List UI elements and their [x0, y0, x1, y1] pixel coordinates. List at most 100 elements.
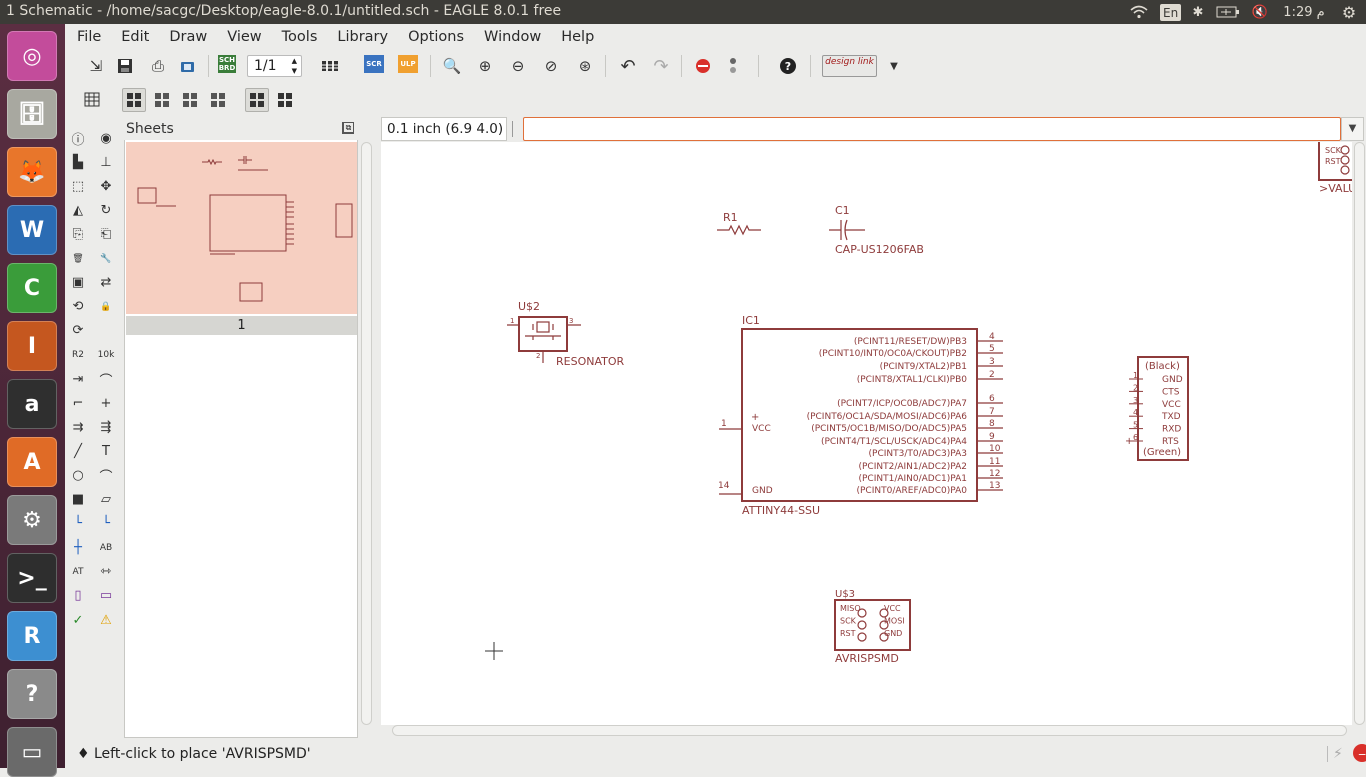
zoom-out-icon[interactable]: ⊖ [507, 55, 529, 77]
line-icon[interactable]: ╱ [67, 441, 89, 461]
sch-brd-switch-button[interactable]: SCH BRD [218, 55, 236, 73]
name-icon[interactable]: R2 [67, 345, 89, 365]
invoke-icon[interactable]: ⇉ [67, 417, 89, 437]
copy-icon[interactable]: ⎘ [67, 224, 89, 244]
split-icon[interactable]: ⌐ [67, 393, 89, 413]
layout-6-icon[interactable] [274, 89, 296, 111]
canvas-vertical-scrollbar[interactable] [1354, 142, 1365, 725]
menu-view[interactable]: View [215, 29, 269, 45]
grid-toggle-icon[interactable] [320, 55, 342, 77]
stop-status-icon[interactable]: ⚊ [1353, 744, 1366, 762]
stop-icon[interactable] [692, 55, 714, 77]
arc-icon[interactable]: ⌒ [95, 465, 117, 485]
info-icon[interactable]: ⓘ [67, 128, 89, 148]
design-link-dropdown-icon[interactable]: ▼ [883, 55, 905, 77]
attribute-icon[interactable]: AT [67, 562, 89, 582]
print-icon[interactable]: ⎙ [147, 55, 169, 77]
writer-icon[interactable]: W [7, 205, 57, 255]
swap-icon[interactable]: ⟲ [67, 297, 89, 317]
move-icon[interactable]: ✥ [95, 176, 117, 196]
menu-library[interactable]: Library [325, 29, 396, 45]
add-part-icon[interactable]: ▣ [67, 273, 89, 293]
warning-icon[interactable]: ⚠ [95, 610, 117, 630]
float-panel-icon[interactable]: ⧉ [343, 122, 354, 133]
bluetooth-icon[interactable]: ✱ [1190, 3, 1206, 21]
keyboard-layout-indicator[interactable]: En [1160, 4, 1182, 21]
layout-3-icon[interactable] [179, 89, 201, 111]
menu-edit[interactable]: Edit [109, 29, 157, 45]
open-icon[interactable]: ⇲ [85, 55, 107, 77]
save-icon[interactable] [114, 55, 136, 77]
mark-icon[interactable]: ⊥ [95, 152, 117, 172]
undo-icon[interactable]: ↶ [617, 55, 639, 77]
sheets-vertical-scrollbar[interactable] [361, 142, 372, 725]
system-gear-icon[interactable]: ⚙ [1338, 3, 1360, 22]
mirror-icon[interactable]: ◭ [67, 200, 89, 220]
battery-icon[interactable] [1214, 3, 1242, 21]
replace-icon[interactable]: ⇄ [95, 273, 117, 293]
circle-icon[interactable]: ○ [67, 465, 89, 485]
redo-icon[interactable]: ↷ [650, 55, 672, 77]
calc-icon[interactable]: C [7, 263, 57, 313]
menu-tools[interactable]: Tools [270, 29, 326, 45]
junction-icon[interactable]: ┼ [67, 538, 89, 558]
grid-icon[interactable] [82, 89, 104, 111]
text-icon[interactable]: T [95, 441, 117, 461]
design-link-button[interactable]: design link [822, 55, 877, 77]
rect-icon[interactable]: ■ [67, 490, 89, 510]
redraw-icon[interactable]: ⊘ [540, 55, 562, 77]
sheet-selector[interactable]: 1/1 ▲ ▼ [247, 55, 302, 77]
dimension-icon[interactable]: ⇿ [95, 562, 117, 582]
help-icon[interactable]: ? [7, 669, 57, 719]
lock-icon[interactable]: 🔒 [95, 297, 117, 317]
net-icon[interactable]: └ [67, 514, 89, 534]
go-icon[interactable] [722, 55, 744, 77]
zoom-select-icon[interactable]: ⊛ [574, 55, 596, 77]
layer-settings-icon[interactable]: ▙ [67, 152, 89, 172]
polygon-icon[interactable]: ▱ [95, 490, 117, 510]
clock[interactable]: 1:29 م [1278, 3, 1330, 21]
eye-icon[interactable]: ◉ [95, 128, 117, 148]
impress-icon[interactable]: I [7, 321, 57, 371]
script-button[interactable]: SCR [364, 55, 384, 73]
help-icon[interactable]: ? [777, 55, 799, 77]
menu-draw[interactable]: Draw [157, 29, 215, 45]
sheet-thumbnail[interactable] [126, 142, 357, 314]
spin-arrows-icon[interactable]: ▲ ▼ [292, 56, 297, 76]
optimize-icon[interactable]: + [95, 393, 117, 413]
zoom-in-icon[interactable]: ⊕ [474, 55, 496, 77]
menu-options[interactable]: Options [396, 29, 472, 45]
sheet-number-label[interactable]: 1 [126, 316, 357, 335]
volume-muted-icon[interactable]: 🔇 [1250, 3, 1270, 21]
cam-icon[interactable] [177, 55, 199, 77]
frame-icon[interactable]: ▯ [67, 586, 89, 606]
smash-icon[interactable]: ⇥ [67, 369, 89, 389]
wifi-icon[interactable] [1128, 3, 1150, 21]
value-icon[interactable]: 10k [95, 345, 117, 365]
layout-5-icon[interactable] [245, 88, 269, 112]
terminal-icon[interactable]: >_ [7, 553, 57, 603]
miter-icon[interactable]: ⌒ [95, 369, 117, 389]
command-line-input[interactable] [523, 117, 1341, 141]
wrench-icon[interactable]: 🔧 [95, 249, 117, 269]
firefox-icon[interactable]: 🦊 [7, 147, 57, 197]
layout-4-icon[interactable] [207, 89, 229, 111]
schematic-canvas[interactable]: R1 C1 CAP-US1206FAB U$2 RESONATOR 1 3 2 … [381, 142, 1352, 725]
menu-window[interactable]: Window [472, 29, 549, 45]
amazon-icon[interactable]: a [7, 379, 57, 429]
label-icon[interactable]: AB [95, 538, 117, 558]
command-history-dropdown-icon[interactable]: ▼ [1341, 117, 1364, 141]
rstudio-icon[interactable]: R [7, 611, 57, 661]
software-center-icon[interactable]: A [7, 437, 57, 487]
group-icon[interactable]: ⬚ [67, 176, 89, 196]
paste-icon[interactable]: ⎗ [95, 224, 117, 244]
system-settings-icon[interactable]: ⚙ [7, 495, 57, 545]
layout-2-icon[interactable] [151, 89, 173, 111]
pin-swap-icon[interactable]: ⇶ [95, 417, 117, 437]
rotate-icon[interactable]: ↻ [95, 200, 117, 220]
menu-file[interactable]: File [65, 29, 109, 45]
canvas-horizontal-scrollbar[interactable] [392, 725, 1347, 736]
layout-1-icon[interactable] [122, 88, 146, 112]
port-icon[interactable]: ▭ [95, 586, 117, 606]
bus-icon[interactable]: └ [95, 514, 117, 534]
